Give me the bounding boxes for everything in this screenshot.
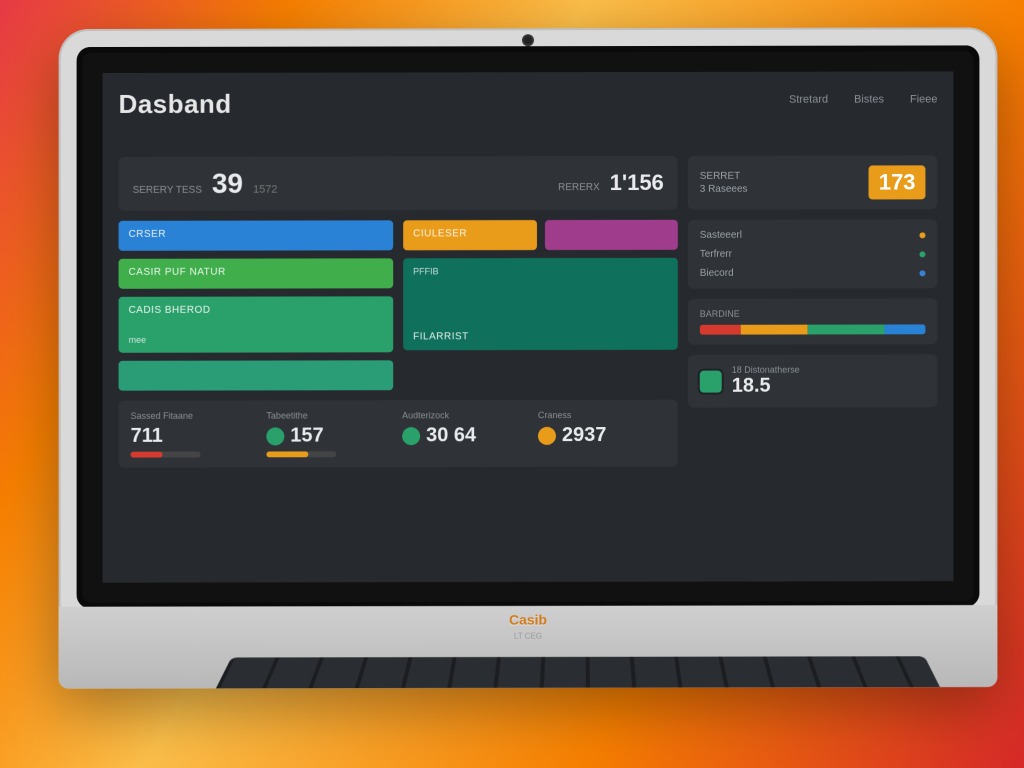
tag-dot-icon [919,270,925,276]
strip-item-1[interactable]: Tabeetithe 157 [266,410,394,457]
tile-grid: CRSER Casir Puf Natur Cadis Bherod mee [119,220,678,391]
tile-blue-label: CRSER [129,228,384,239]
dashboard-screen: Dasband Stretard Bistes Fieee SERERY TES… [103,71,954,582]
tile-orange-label: CIULESER [413,228,526,239]
side-list-card: Sasteeerl Terfrerr Biecord [688,219,938,288]
side-progress-card[interactable]: BARDINE [688,298,938,344]
side-list-2-label: Biecord [700,268,734,279]
laptop-brand: Casib [509,612,547,628]
strip-1-bar [266,451,336,457]
tile-teal[interactable]: PFFIB FILARRIST [403,258,678,350]
side-highlight-label-1: SERRET [700,171,748,182]
tile-green-2[interactable]: Cadis Bherod mee [119,296,394,352]
strip-2-label: Audterizock [402,410,530,420]
side-metric-label: 18 Distonatherse [732,364,800,374]
tile-purple[interactable] [544,220,677,250]
keyboard [204,656,951,688]
side-list-item-1[interactable]: Terfrerr [700,248,926,259]
progress-label: BARDINE [700,308,926,318]
main-column: SERERY TESS 39 1572 RERERX 1'156 CRSER [119,156,678,567]
progress-bar [700,324,926,334]
strip-2-value: 30 64 [426,424,476,447]
status-dot-icon [266,427,284,445]
tag-dot-icon [919,232,925,238]
stat-top-label: SERERY TESS [133,184,202,197]
side-highlight-label-2: 3 Raseees [700,184,748,195]
side-highlight-value: 173 [869,165,926,199]
tile-green-2-sub: mee [129,334,384,344]
strip-1-label: Tabeetithe [266,410,394,420]
side-list-item-0[interactable]: Sasteeerl [700,229,926,240]
side-list-1-label: Terfrerr [700,249,732,260]
tile-blue[interactable]: CRSER [119,220,394,250]
tile-teal-sub: PFFIB [413,266,668,276]
metric-strip: Sassed Fitaane 711 Tabeetithe 157 Audter… [119,400,678,468]
tile-orange[interactable]: CIULESER [403,220,536,250]
tile-green-1-label: Casir Puf Natur [129,266,384,277]
tile-row-top: CIULESER [403,220,678,250]
laptop-deck: Casib LT CEG [59,605,998,689]
camera-dot [524,36,532,44]
nav-link-0[interactable]: Stretard [789,94,828,106]
strip-0-bar [131,452,201,458]
stat-right-value: 1'156 [610,170,664,196]
screen-bezel: Dasband Stretard Bistes Fieee SERERY TES… [77,45,980,608]
strip-0-label: Sassed Fitaane [131,410,259,420]
tile-green-1[interactable]: Casir Puf Natur [119,258,394,288]
laptop-frame: Dasband Stretard Bistes Fieee SERERY TES… [59,27,998,688]
stat-right-label: RERERX [558,181,600,194]
nav-link-2[interactable]: Fieee [910,93,937,105]
stat-big-value: 39 [212,168,243,200]
strip-1-value: 157 [290,424,323,447]
strip-item-2[interactable]: Audterizock 30 64 [402,410,530,457]
laptop-model: LT CEG [514,632,542,641]
status-dot-icon [402,427,420,445]
tile-teal-label: FILARRIST [413,331,668,342]
tile-green-2-label: Cadis Bherod [129,304,384,315]
side-metric-card[interactable]: 18 Distonatherse 18.5 [688,354,938,407]
header: Dasband Stretard Bistes Fieee [119,87,938,146]
strip-0-value: 711 [131,424,259,447]
tile-green-3[interactable] [119,360,394,390]
tile-col-left: CRSER Casir Puf Natur Cadis Bherod mee [119,220,394,390]
summary-stat-card[interactable]: SERERY TESS 39 1572 RERERX 1'156 [119,156,678,211]
page-title: Dasband [119,89,232,120]
square-status-icon [700,370,722,392]
strip-3-value: 2937 [562,424,606,447]
nav-link-1[interactable]: Bistes [854,94,884,106]
side-metric-value: 18.5 [732,374,800,397]
strip-3-label: Craness [538,410,666,420]
tile-col-right: CIULESER PFFIB FILARRIST [403,220,678,390]
strip-item-0[interactable]: Sassed Fitaane 711 [131,410,259,457]
top-nav: Stretard Bistes Fieee [789,87,937,105]
status-dot-icon [538,426,556,444]
side-list-0-label: Sasteeerl [700,230,742,241]
strip-item-3[interactable]: Craness 2937 [538,410,666,457]
side-list-item-2[interactable]: Biecord [700,267,926,278]
tag-dot-icon [919,251,925,257]
stat-small-value: 1572 [253,184,277,196]
side-column: SERRET 3 Raseees 173 Sasteeerl Terfrerr [688,155,938,565]
side-highlight-card[interactable]: SERRET 3 Raseees 173 [688,155,938,209]
